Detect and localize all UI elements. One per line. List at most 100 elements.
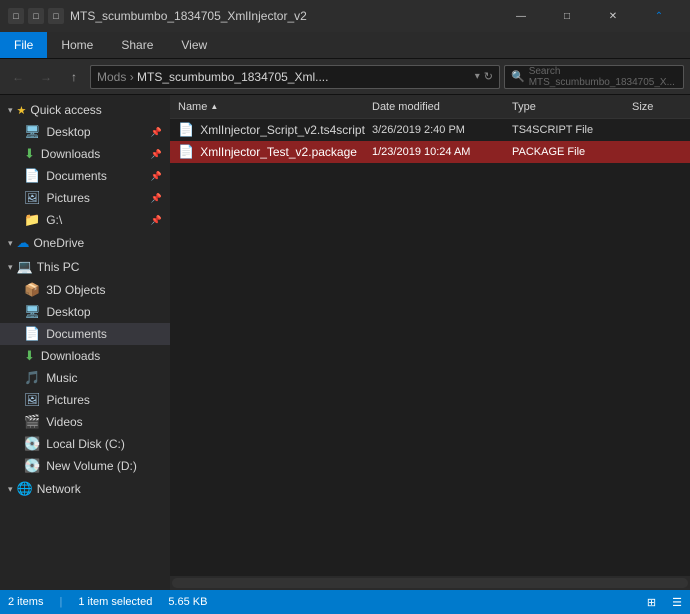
tab-home[interactable]: Home: [47, 32, 107, 58]
tab-share[interactable]: Share: [107, 32, 167, 58]
file-icon-2: 📄: [178, 144, 194, 160]
table-row[interactable]: 📄 XmlInjector_Script_v2.ts4script 3/26/2…: [170, 119, 690, 141]
sort-asc-icon: ▲: [210, 102, 218, 111]
forward-button[interactable]: →: [34, 65, 58, 89]
view-icon-grid[interactable]: ⊞: [647, 596, 656, 609]
horizontal-scrollbar[interactable]: [170, 576, 690, 590]
search-placeholder: Search MTS_scumbumbo_1834705_X...: [529, 66, 677, 88]
pictures-pin-icon: 📌: [151, 193, 162, 204]
col-header-size[interactable]: Size: [632, 101, 682, 113]
sidebar-item-pictures-pc[interactable]: 🖼 Pictures: [0, 389, 170, 411]
sidebar-item-documents-pc[interactable]: 📄 Documents: [0, 323, 170, 345]
sidebar-item-g-drive[interactable]: 📁 G:\ 📌: [0, 209, 170, 231]
local-disk-c-icon: 💽: [24, 436, 40, 452]
sidebar-item-videos[interactable]: 🎬 Videos: [0, 411, 170, 433]
status-file-size: 5.65 KB: [168, 596, 207, 608]
col-header-name[interactable]: Name ▲: [178, 101, 372, 113]
network-label: Network: [37, 482, 81, 496]
3d-objects-icon: 📦: [24, 282, 40, 298]
quick-access-chevron-icon: ▾: [8, 105, 13, 116]
address-bar: ← → ↑ Mods › MTS_scumbumbo_1834705_Xml..…: [0, 59, 690, 95]
g-drive-pin-icon: 📌: [151, 215, 162, 226]
downloads-pc-icon: ⬇: [24, 348, 35, 364]
sidebar-item-local-disk-c-label: Local Disk (C:): [46, 437, 162, 451]
column-headers: Name ▲ Date modified Type Size: [170, 95, 690, 119]
file-date-2: 1/23/2019 10:24 AM: [372, 146, 512, 158]
refresh-button[interactable]: ↻: [484, 70, 493, 83]
file-name-2: XmlInjector_Test_v2.package: [200, 145, 372, 159]
sidebar-item-desktop[interactable]: 🖥 Desktop 📌: [0, 121, 170, 143]
title-bar-icon-2: □: [28, 8, 44, 24]
sidebar-item-g-drive-label: G:\: [46, 213, 145, 227]
col-header-type[interactable]: Type: [512, 101, 632, 113]
window-controls: — □ ✕ ⌃: [498, 0, 682, 32]
status-separator-1: |: [59, 596, 62, 608]
sidebar-item-documents-label: Documents: [46, 169, 145, 183]
sidebar-item-downloads-pc-label: Downloads: [41, 349, 162, 363]
title-bar: □ □ □ MTS_scumbumbo_1834705_XmlInjector_…: [0, 0, 690, 32]
file-name-1: XmlInjector_Script_v2.ts4script: [200, 123, 372, 137]
downloads-icon: ⬇: [24, 146, 35, 162]
col-date-label: Date modified: [372, 101, 440, 113]
sidebar-item-downloads-label: Downloads: [41, 147, 145, 161]
sidebar-item-3d-objects-label: 3D Objects: [46, 283, 162, 297]
sidebar-section-this-pc[interactable]: ▾ 💻 This PC: [0, 255, 170, 279]
tab-file[interactable]: File: [0, 32, 47, 58]
music-icon: 🎵: [24, 370, 40, 386]
pictures-pc-icon: 🖼: [24, 392, 41, 408]
sidebar-item-desktop-pc[interactable]: 🖥 Desktop: [0, 301, 170, 323]
close-button[interactable]: ✕: [590, 0, 636, 32]
maximize-button[interactable]: □: [544, 0, 590, 32]
sidebar-item-music[interactable]: 🎵 Music: [0, 367, 170, 389]
content-area: Name ▲ Date modified Type Size 📄 XmlInje…: [170, 95, 690, 590]
g-drive-icon: 📁: [24, 212, 40, 228]
documents-icon: 📄: [24, 168, 40, 184]
table-row[interactable]: 📄 XmlInjector_Test_v2.package 1/23/2019 …: [170, 141, 690, 163]
this-pc-label: This PC: [37, 260, 80, 274]
desktop-pc-icon: 🖥: [24, 304, 41, 320]
documents-pc-icon: 📄: [24, 326, 40, 342]
col-name-label: Name: [178, 101, 207, 113]
title-bar-icon-3: □: [48, 8, 64, 24]
search-icon: 🔍: [511, 70, 525, 83]
sidebar-section-network[interactable]: ▾ 🌐 Network: [0, 477, 170, 501]
file-icon-1: 📄: [178, 122, 194, 138]
network-chevron-icon: ▾: [8, 484, 13, 495]
desktop-icon: 🖥: [24, 124, 41, 140]
up-button[interactable]: ↑: [62, 65, 86, 89]
ribbon: File Home Share View: [0, 32, 690, 59]
sidebar-item-downloads[interactable]: ⬇ Downloads 📌: [0, 143, 170, 165]
file-type-1: TS4SCRIPT File: [512, 124, 632, 136]
pin-button[interactable]: ⌃: [636, 0, 682, 32]
sidebar-item-local-disk-c[interactable]: 💽 Local Disk (C:): [0, 433, 170, 455]
sidebar-section-onedrive[interactable]: ▾ ☁ OneDrive: [0, 231, 170, 255]
search-box[interactable]: 🔍 Search MTS_scumbumbo_1834705_X...: [504, 65, 684, 89]
videos-icon: 🎬: [24, 414, 40, 430]
sidebar-item-3d-objects[interactable]: 📦 3D Objects: [0, 279, 170, 301]
breadcrumb-mods: Mods: [97, 70, 126, 84]
tab-view[interactable]: View: [167, 32, 221, 58]
address-chevron-icon[interactable]: ▾: [475, 71, 480, 82]
address-box[interactable]: Mods › MTS_scumbumbo_1834705_Xml.... ▾ ↻: [90, 65, 500, 89]
scrollbar-track: [172, 578, 688, 588]
sidebar-section-quick-access[interactable]: ▾ ★ Quick access: [0, 99, 170, 121]
quick-access-star-icon: ★: [17, 104, 27, 117]
sidebar-item-pictures[interactable]: 🖼 Pictures 📌: [0, 187, 170, 209]
minimize-button[interactable]: —: [498, 0, 544, 32]
sidebar-item-new-volume-d[interactable]: 💽 New Volume (D:): [0, 455, 170, 477]
sidebar-item-downloads-pc[interactable]: ⬇ Downloads: [0, 345, 170, 367]
col-header-date[interactable]: Date modified: [372, 101, 512, 113]
title-bar-icon-1: □: [8, 8, 24, 24]
view-icon-list[interactable]: ☰: [672, 596, 682, 609]
title-bar-system-icons: □ □ □: [8, 8, 64, 24]
breadcrumb-current: MTS_scumbumbo_1834705_Xml....: [137, 70, 328, 84]
status-bar: 2 items | 1 item selected 5.65 KB ⊞ ☰: [0, 590, 690, 614]
sidebar-item-documents[interactable]: 📄 Documents 📌: [0, 165, 170, 187]
breadcrumb-text: Mods › MTS_scumbumbo_1834705_Xml....: [97, 70, 471, 84]
this-pc-chevron-icon: ▾: [8, 262, 13, 273]
back-button[interactable]: ←: [6, 65, 30, 89]
sidebar-item-pictures-label: Pictures: [47, 191, 145, 205]
col-type-label: Type: [512, 101, 536, 113]
pictures-icon: 🖼: [24, 190, 41, 206]
col-size-label: Size: [632, 101, 653, 113]
